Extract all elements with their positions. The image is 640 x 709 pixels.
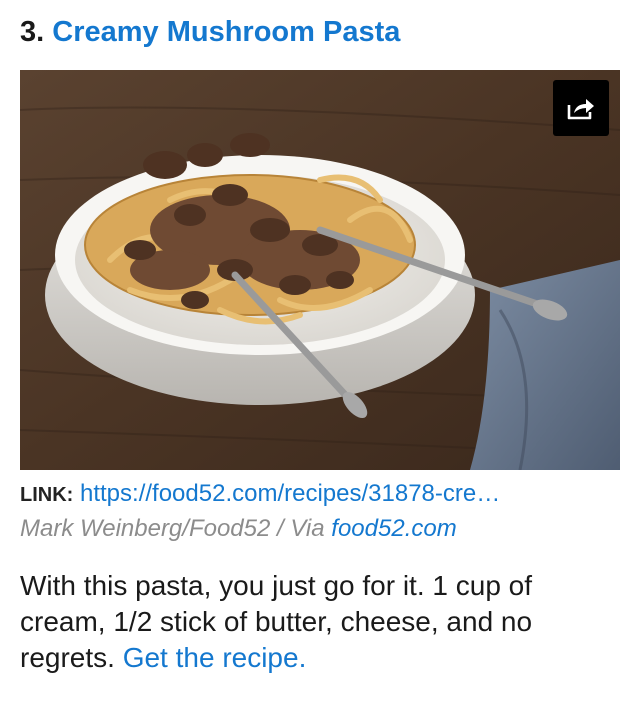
share-arrow-icon xyxy=(567,99,594,120)
source-link-line: LINK: https://food52.com/recipes/31878-c… xyxy=(20,478,620,511)
item-heading: 3. Creamy Mushroom Pasta xyxy=(20,14,400,50)
get-recipe-link[interactable]: Get the recipe. xyxy=(123,642,307,673)
share-button[interactable] xyxy=(553,80,609,136)
recipe-url-link[interactable]: https://food52.com/recipes/31878-cre… xyxy=(80,480,500,507)
link-label: LINK: xyxy=(20,484,74,506)
recipe-photo xyxy=(20,70,620,470)
item-title-link[interactable]: Creamy Mushroom Pasta xyxy=(52,16,400,48)
photo-credit: Mark Weinberg/Food52 / Via food52.com xyxy=(20,513,457,545)
source-site-link[interactable]: food52.com xyxy=(331,515,456,542)
item-description: With this pasta, you just go for it. 1 c… xyxy=(20,568,620,676)
credit-text: Mark Weinberg/Food52 / Via xyxy=(20,515,332,542)
item-number: 3. xyxy=(20,16,45,48)
